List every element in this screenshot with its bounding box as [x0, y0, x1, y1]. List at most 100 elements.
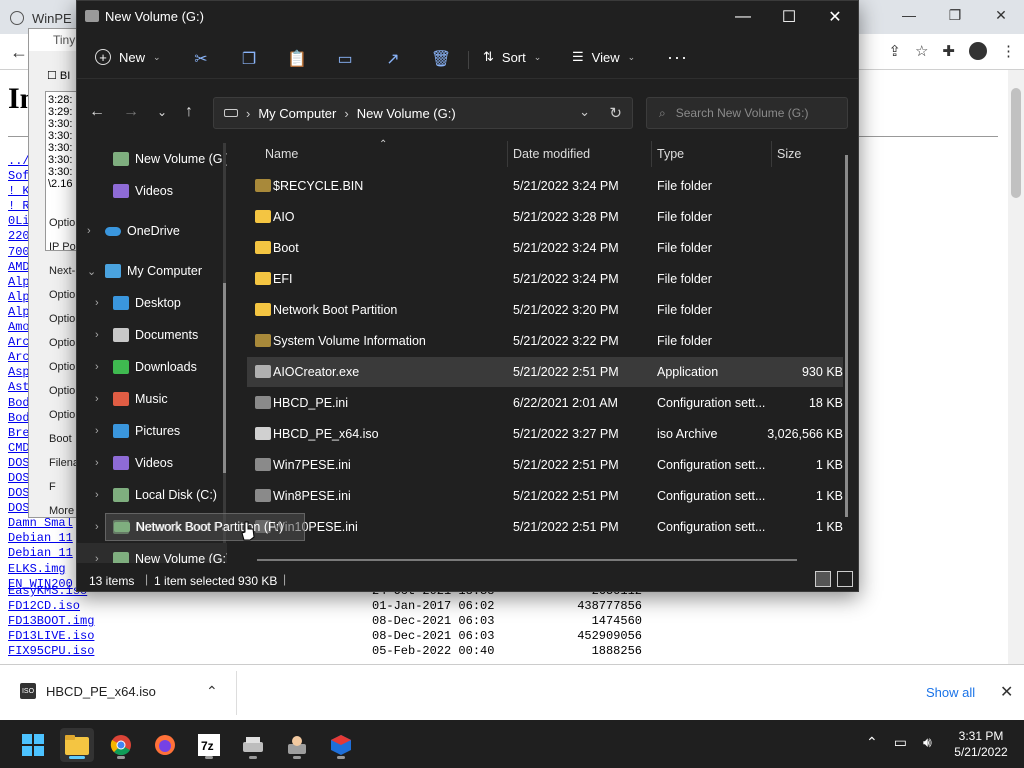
chevron-right-icon[interactable]: › — [95, 489, 99, 501]
directory-link[interactable]: ! R — [8, 199, 30, 213]
column-divider[interactable] — [507, 141, 508, 167]
listing-name[interactable]: FD13LIVE.iso — [8, 629, 372, 644]
column-type[interactable]: Type — [657, 147, 684, 161]
sidebar-item[interactable]: ⌄ My Computer — [77, 255, 227, 287]
details-view-icon[interactable] — [815, 571, 831, 587]
chevron-right-icon[interactable]: › — [95, 425, 99, 437]
directory-link[interactable]: Bod — [8, 411, 30, 425]
up-icon[interactable]: ↑ — [185, 103, 193, 121]
chevron-right-icon[interactable]: › — [95, 457, 99, 469]
share-icon[interactable]: ⇪ — [888, 42, 901, 60]
directory-link[interactable]: Sof — [8, 169, 30, 183]
explorer-titlebar[interactable]: New Volume (G:) — ☐ ✕ — [77, 1, 858, 33]
profile-avatar[interactable] — [969, 42, 987, 60]
minimize-icon[interactable]: — — [886, 0, 932, 30]
tinypxe-checkbox[interactable]: ☐ BI — [47, 69, 70, 82]
breadcrumb-my-computer[interactable]: My Computer — [258, 106, 336, 121]
directory-link[interactable]: ../ — [8, 154, 30, 168]
start-icon[interactable] — [16, 728, 50, 762]
copy-icon[interactable]: ❐ — [239, 49, 259, 69]
directory-link[interactable]: CMD — [8, 441, 30, 455]
sidebar-item[interactable]: New Volume (G:) — [77, 143, 227, 175]
chevron-up-icon[interactable]: ⌃ — [866, 734, 878, 751]
maximize-icon[interactable]: ☐ — [766, 1, 812, 33]
7zip-icon[interactable]: 7z — [192, 728, 226, 762]
listing-name[interactable]: FD12CD.iso — [8, 599, 372, 614]
file-list-scrollbar[interactable] — [845, 155, 848, 517]
show-all-button[interactable]: Show all — [926, 685, 975, 700]
navigation-scroll-thumb[interactable] — [223, 283, 226, 473]
volume-icon[interactable]: 🔊︎ — [923, 734, 932, 751]
clock[interactable]: 3:31 PM 5/21/2022 — [950, 728, 1012, 760]
chevron-right-icon[interactable]: › — [95, 329, 99, 341]
firefox-icon[interactable] — [148, 728, 182, 762]
sidebar-item[interactable]: › Desktop — [77, 287, 227, 319]
minimize-icon[interactable]: — — [720, 1, 766, 33]
sidebar-item[interactable]: › Documents — [77, 319, 227, 351]
directory-link[interactable]: ELKS.img — [8, 562, 66, 576]
tiles-view-icon[interactable] — [837, 571, 853, 587]
forward-icon[interactable]: → — [123, 103, 139, 121]
directory-link[interactable]: Bod — [8, 396, 30, 410]
sidebar-item[interactable]: › Downloads — [77, 351, 227, 383]
back-icon[interactable]: ← — [89, 103, 105, 121]
horizontal-scrollbar[interactable] — [257, 559, 797, 561]
chevron-right-icon[interactable]: › — [95, 297, 99, 309]
view-button[interactable]: ☰ View ⌄ — [572, 49, 635, 65]
file-explorer-icon[interactable] — [60, 728, 94, 762]
rename-icon[interactable]: ▭ — [335, 49, 355, 69]
directory-link[interactable]: Arc — [8, 350, 30, 364]
column-name[interactable]: Name — [265, 147, 298, 161]
browser-menu-icon[interactable]: ⋮ — [1001, 42, 1016, 60]
browser-back-icon[interactable]: ← — [10, 42, 28, 63]
share-icon[interactable]: ↗ — [383, 49, 403, 69]
chevron-right-icon[interactable]: › — [95, 361, 99, 373]
page-scroll-thumb[interactable] — [1011, 88, 1021, 198]
cut-icon[interactable]: ✂ — [191, 49, 211, 69]
sidebar-item[interactable]: › New Volume (G:) — [77, 543, 227, 563]
directory-link[interactable]: DOS — [8, 456, 30, 470]
file-row[interactable]: AIOCreator.exe 5/21/2022 2:51 PM Applicati… — [247, 357, 843, 387]
directory-link[interactable]: 700 — [8, 245, 30, 259]
network-icon[interactable]: ▭ — [894, 734, 907, 751]
tinypxe-icon[interactable] — [324, 728, 358, 762]
chevron-down-icon[interactable]: ⌄ — [87, 265, 96, 278]
extensions-icon[interactable]: ✚ — [942, 42, 955, 60]
directory-link[interactable]: ! K — [8, 184, 30, 198]
file-row[interactable]: HBCD_PE.ini 6/22/2021 2:01 AM Configuratio… — [247, 388, 843, 418]
new-button[interactable]: + New ⌄ — [95, 49, 161, 65]
sidebar-item[interactable]: Videos — [77, 175, 227, 207]
sort-button[interactable]: ⇅ Sort ⌄ — [483, 49, 541, 65]
directory-link[interactable]: Debian 11 — [8, 546, 73, 560]
directory-link[interactable]: Alp — [8, 290, 30, 304]
directory-link[interactable]: Bre — [8, 426, 30, 440]
column-date[interactable]: Date modified — [513, 147, 590, 161]
chevron-right-icon[interactable]: › — [95, 553, 99, 563]
page-scrollbar[interactable] — [1008, 70, 1024, 664]
sidebar-item[interactable]: › Videos — [77, 447, 227, 479]
file-row[interactable]: Win8PESE.ini 5/21/2022 2:51 PM Configurati… — [247, 481, 843, 511]
directory-link[interactable]: Amo — [8, 320, 30, 334]
file-row[interactable]: Win10PESE.ini 5/21/2022 2:51 PM Configurat… — [247, 512, 843, 542]
directory-link[interactable]: 220 — [8, 229, 30, 243]
file-row[interactable]: Win7PESE.ini 5/21/2022 2:51 PM Configurati… — [247, 450, 843, 480]
sidebar-item[interactable]: › Music — [77, 383, 227, 415]
search-input[interactable]: ⌕ Search New Volume (G:) — [646, 97, 848, 129]
address-dropdown-icon[interactable]: ⌄ — [579, 104, 590, 120]
navigation-pane-scrollbar[interactable] — [223, 143, 226, 543]
directory-link[interactable]: Debian 11 — [8, 531, 73, 545]
file-row[interactable]: $RECYCLE.BIN 5/21/2022 3:24 PM File folder — [247, 171, 843, 201]
directory-link[interactable]: Asp — [8, 365, 30, 379]
sidebar-item[interactable]: › Local Disk (C:) — [77, 479, 227, 511]
close-icon[interactable]: ✕ — [812, 1, 858, 33]
refresh-icon[interactable]: ↻ — [609, 104, 622, 122]
directory-link[interactable]: AMD — [8, 260, 30, 274]
chevron-right-icon[interactable]: › — [95, 521, 99, 533]
sidebar-item[interactable]: › OneDrive — [77, 215, 227, 247]
restore-icon[interactable]: ❐ — [932, 0, 978, 30]
directory-link[interactable]: DOS — [8, 471, 30, 485]
column-size[interactable]: Size — [777, 147, 801, 161]
bookmark-star-icon[interactable]: ☆ — [915, 42, 928, 60]
file-row[interactable]: Boot 5/21/2022 3:24 PM File folder — [247, 233, 843, 263]
chevron-right-icon[interactable]: › — [87, 225, 91, 237]
